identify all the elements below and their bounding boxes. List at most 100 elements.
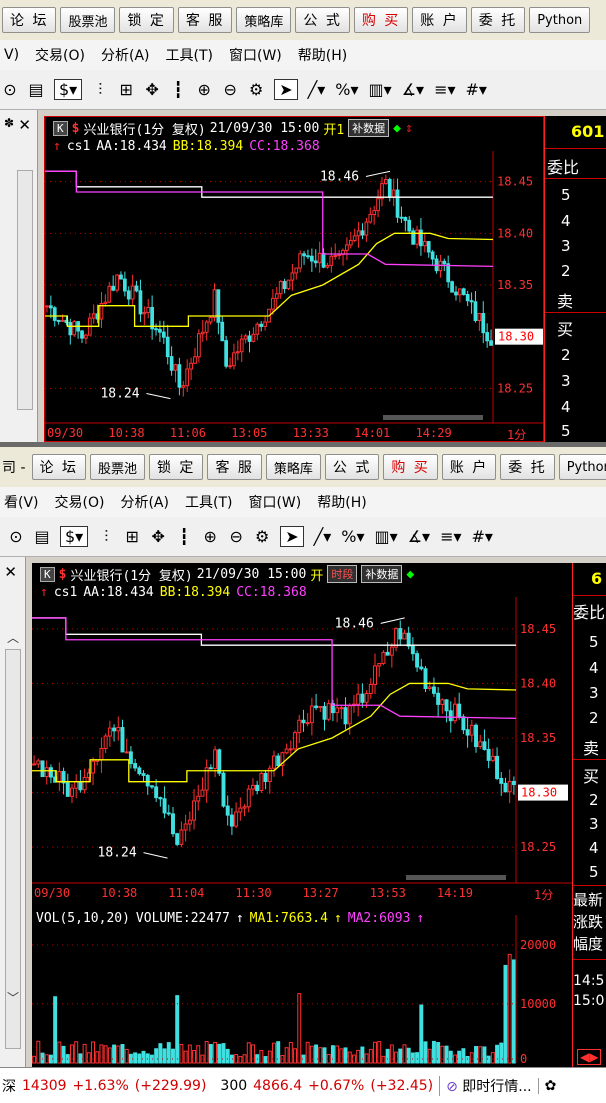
rect-tool[interactable]: ▥▾ (369, 80, 392, 99)
menu-item-4[interactable]: 窗口(W) (229, 45, 282, 65)
topbar-button-5[interactable]: 公 式 (295, 7, 350, 33)
topbar-button-7[interactable]: 账 户 (412, 7, 467, 33)
topbar-button-2[interactable]: 锁 定 (148, 454, 204, 480)
gear-icon[interactable]: ⚙ (254, 527, 270, 546)
topbar-button-5[interactable]: 公 式 (324, 454, 380, 480)
topbar-button-0[interactable]: 论 坛 (31, 454, 86, 480)
supplement-button[interactable]: 补数据 (348, 119, 390, 137)
topbar-button-9[interactable]: Python (529, 7, 591, 33)
supplement-button[interactable]: 补数据 (361, 565, 403, 583)
gear-icon[interactable]: ✿ (537, 1077, 556, 1094)
percent-tool[interactable]: %▾ (335, 80, 358, 99)
buy-label: 买 (557, 320, 574, 339)
grid-icon[interactable]: ⊞ (124, 527, 140, 546)
doc-icon[interactable]: ▤ (28, 80, 44, 99)
doc-icon[interactable]: ▤ (34, 527, 50, 546)
close-icon[interactable]: ✕ (4, 563, 17, 581)
menu-item-3[interactable]: 工具(T) (185, 492, 232, 512)
menu-item-4[interactable]: 窗口(W) (248, 492, 301, 512)
pointer-icon[interactable]: ➤ (274, 79, 298, 100)
bb-value: BB:18.394 (159, 584, 231, 600)
topbar-button-1[interactable]: 股票池 (89, 454, 145, 480)
topbar-button-4[interactable]: 策略库 (236, 7, 292, 33)
fib-tool[interactable]: ≡▾ (434, 80, 455, 99)
topbar-button-2[interactable]: 锁 定 (119, 7, 174, 33)
candle-body (406, 632, 411, 647)
volume-bar (107, 1047, 112, 1064)
topbar-button-7[interactable]: 账 户 (441, 454, 497, 480)
candle-body (415, 653, 420, 668)
k-button[interactable]: K (53, 120, 68, 136)
bar-icon[interactable]: ┇ (176, 527, 192, 546)
topbar-button-6[interactable]: 购 买 (383, 454, 438, 480)
topbar-button-4[interactable]: 策略库 (265, 454, 321, 480)
menu-item-5[interactable]: 帮助(H) (298, 45, 347, 65)
hash-tool[interactable]: #▾ (472, 527, 493, 546)
pin-icon[interactable]: ✽ (4, 116, 14, 130)
topbar-button-1[interactable]: 股票池 (60, 7, 116, 33)
nav-arrows-icon[interactable]: ◀▶ (577, 1049, 602, 1065)
dollar-dropdown[interactable]: $▾ (54, 79, 83, 100)
topbar-button-8[interactable]: 委 托 (500, 454, 555, 480)
hash-tool[interactable]: #▾ (466, 80, 487, 99)
zoom-out-icon[interactable]: ⊖ (228, 527, 244, 546)
volume-bar (36, 1040, 41, 1064)
rect-tool[interactable]: ▥▾ (375, 527, 398, 546)
aa-line (45, 170, 493, 198)
target-icon[interactable]: ⊙ (2, 80, 18, 99)
zoom-out-icon[interactable]: ⊖ (222, 80, 238, 99)
filter-icon[interactable]: ⫶ (98, 527, 114, 547)
topbar-button-3[interactable]: 客 服 (177, 7, 233, 33)
bar-icon[interactable]: ┇ (170, 80, 186, 99)
scroll-down-icon[interactable]: ﹀ (5, 989, 21, 1006)
menu-item-5[interactable]: 帮助(H) (317, 492, 366, 512)
line-tool[interactable]: ╱▾ (314, 527, 332, 546)
topbar-button-0[interactable]: 论 坛 (2, 7, 57, 33)
time-tick: 09/30 (34, 886, 71, 900)
topbar-button-6[interactable]: 购 买 (353, 7, 409, 33)
fib-tool[interactable]: ≡▾ (440, 527, 461, 546)
chart-scroll-thumb (406, 875, 506, 880)
menu-item-0[interactable]: V) (4, 47, 19, 63)
angle-tool[interactable]: ∡▾ (408, 527, 430, 546)
move-icon[interactable]: ✥ (150, 527, 166, 546)
kline-chart-2[interactable]: 18.4518.4018.3518.3018.2518.4618.2418.30… (32, 563, 572, 1067)
candle-body (169, 356, 174, 371)
candle-body (91, 760, 95, 774)
menu-item-2[interactable]: 分析(A) (101, 45, 150, 65)
filter-icon[interactable]: ⫶ (92, 80, 108, 100)
grid-icon[interactable]: ⊞ (118, 80, 134, 99)
index1-pct: +1.63% (72, 1077, 129, 1094)
candle-body (372, 210, 377, 216)
period-button[interactable]: 时段 (327, 565, 358, 583)
menu-item-1[interactable]: 交易(O) (35, 45, 85, 65)
gear-icon[interactable]: ⚙ (248, 80, 264, 99)
time-axis: 09/30 10:38 11:06 13:05 13:33 14:01 14:29 1分 (45, 425, 543, 441)
menu-item-3[interactable]: 工具(T) (166, 45, 213, 65)
menu-item-0[interactable]: 看(V) (4, 492, 39, 512)
topbar-button-9[interactable]: Python (558, 454, 606, 480)
percent-tool[interactable]: %▾ (341, 527, 364, 546)
angle-tool[interactable]: ∡▾ (402, 80, 424, 99)
zoom-in-icon[interactable]: ⊕ (202, 527, 218, 546)
move-icon[interactable]: ✥ (144, 80, 160, 99)
topbar-button-3[interactable]: 客 服 (207, 454, 262, 480)
aa-value: AA:18.434 (83, 584, 154, 600)
realtime-quote-button[interactable]: ⊘ 即时行情... (439, 1075, 532, 1096)
dollar-dropdown[interactable]: $▾ (60, 526, 89, 547)
target-icon[interactable]: ⊙ (8, 527, 24, 546)
scroll-up-icon[interactable]: ︿ (5, 629, 21, 646)
candle-body (329, 255, 334, 266)
pointer-icon[interactable]: ➤ (280, 526, 304, 547)
k-button[interactable]: K (40, 566, 55, 582)
close-icon[interactable]: ✕ (18, 116, 31, 134)
scrollbar[interactable] (17, 170, 33, 410)
kline-chart[interactable]: 18.4518.4018.3518.3018.2518.4618.2418.30… (44, 116, 544, 442)
zoom-in-icon[interactable]: ⊕ (196, 80, 212, 99)
volume-bar (179, 1043, 184, 1064)
menu-item-2[interactable]: 分析(A) (120, 492, 169, 512)
topbar-button-8[interactable]: 委 托 (470, 7, 526, 33)
line-tool[interactable]: ╱▾ (308, 80, 326, 99)
arrows-icon[interactable]: ⇕ (405, 121, 413, 136)
menu-item-1[interactable]: 交易(O) (55, 492, 105, 512)
